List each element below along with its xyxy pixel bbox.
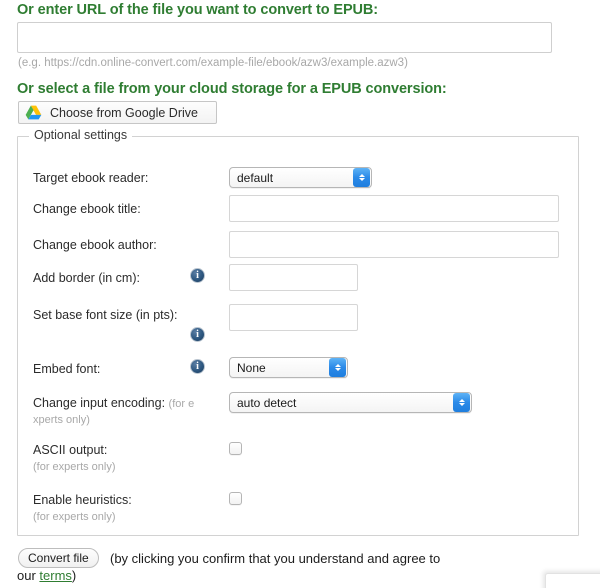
terms-agreement-line2: our terms) [17, 568, 76, 583]
google-drive-button-label: Choose from Google Drive [50, 105, 198, 120]
change-ebook-title-label: Change ebook title: [33, 202, 141, 216]
cloud-section-heading: Or select a file from your cloud storage… [17, 81, 447, 97]
add-border-input[interactable] [229, 264, 358, 291]
chevron-updown-icon [329, 358, 346, 377]
terms-text-line1: (by clicking you confirm that you unders… [110, 551, 441, 566]
set-base-font-size-info-icon[interactable]: i [190, 327, 205, 342]
optional-settings-fieldset: Optional settings Target ebook reader: d… [17, 128, 579, 536]
chevron-updown-icon [453, 393, 470, 412]
target-ebook-reader-label: Target ebook reader: [33, 171, 149, 185]
ascii-output-hint: (for experts only) [33, 461, 116, 473]
change-input-encoding-label: Change input encoding: (for e [33, 396, 228, 412]
url-input[interactable] [17, 22, 552, 53]
change-ebook-author-input[interactable] [229, 231, 559, 258]
change-input-encoding-value: auto detect [237, 395, 297, 410]
set-base-font-size-input[interactable] [229, 304, 358, 331]
add-border-info-icon[interactable]: i [190, 268, 205, 283]
change-ebook-title-input[interactable] [229, 195, 559, 222]
embed-font-select[interactable]: None [229, 357, 348, 378]
bottom-right-panel [545, 573, 600, 588]
target-ebook-reader-value: default [237, 170, 274, 185]
enable-heuristics-checkbox[interactable] [229, 492, 242, 505]
terms-agreement-line1: (by clicking you confirm that you unders… [110, 549, 510, 568]
ascii-output-label: ASCII output: [33, 443, 108, 457]
target-ebook-reader-select[interactable]: default [229, 167, 372, 188]
terms-suffix: ) [71, 568, 77, 583]
embed-font-info-icon[interactable]: i [190, 359, 205, 374]
enable-heuristics-hint: (for experts only) [33, 511, 116, 523]
change-input-encoding-hint-part1: (for e [168, 398, 195, 410]
chevron-updown-icon [353, 168, 370, 187]
enable-heuristics-label: Enable heuristics: [33, 493, 132, 507]
change-input-encoding-label-text: Change input encoding: [33, 396, 166, 410]
change-input-encoding-hint-part2: xperts only) [33, 414, 90, 426]
change-input-encoding-select[interactable]: auto detect [229, 392, 472, 413]
embed-font-value: None [237, 360, 266, 375]
change-ebook-author-label: Change ebook author: [33, 238, 157, 252]
convert-form-page: Or enter URL of the file you want to con… [0, 0, 600, 588]
terms-prefix: our [17, 568, 40, 583]
url-example-hint: (e.g. https://cdn.online-convert.com/exa… [18, 57, 408, 69]
convert-file-button[interactable]: Convert file [18, 548, 99, 568]
optional-settings-legend: Optional settings [29, 128, 133, 142]
url-section-heading: Or enter URL of the file you want to con… [17, 2, 378, 18]
terms-link[interactable]: terms [39, 568, 72, 583]
add-border-label: Add border (in cm): [33, 271, 140, 285]
choose-from-google-drive-button[interactable]: Choose from Google Drive [18, 101, 217, 124]
google-drive-icon [25, 105, 42, 120]
ascii-output-checkbox[interactable] [229, 442, 242, 455]
set-base-font-size-label: Set base font size (in pts): [33, 308, 178, 322]
embed-font-label: Embed font: [33, 362, 101, 376]
